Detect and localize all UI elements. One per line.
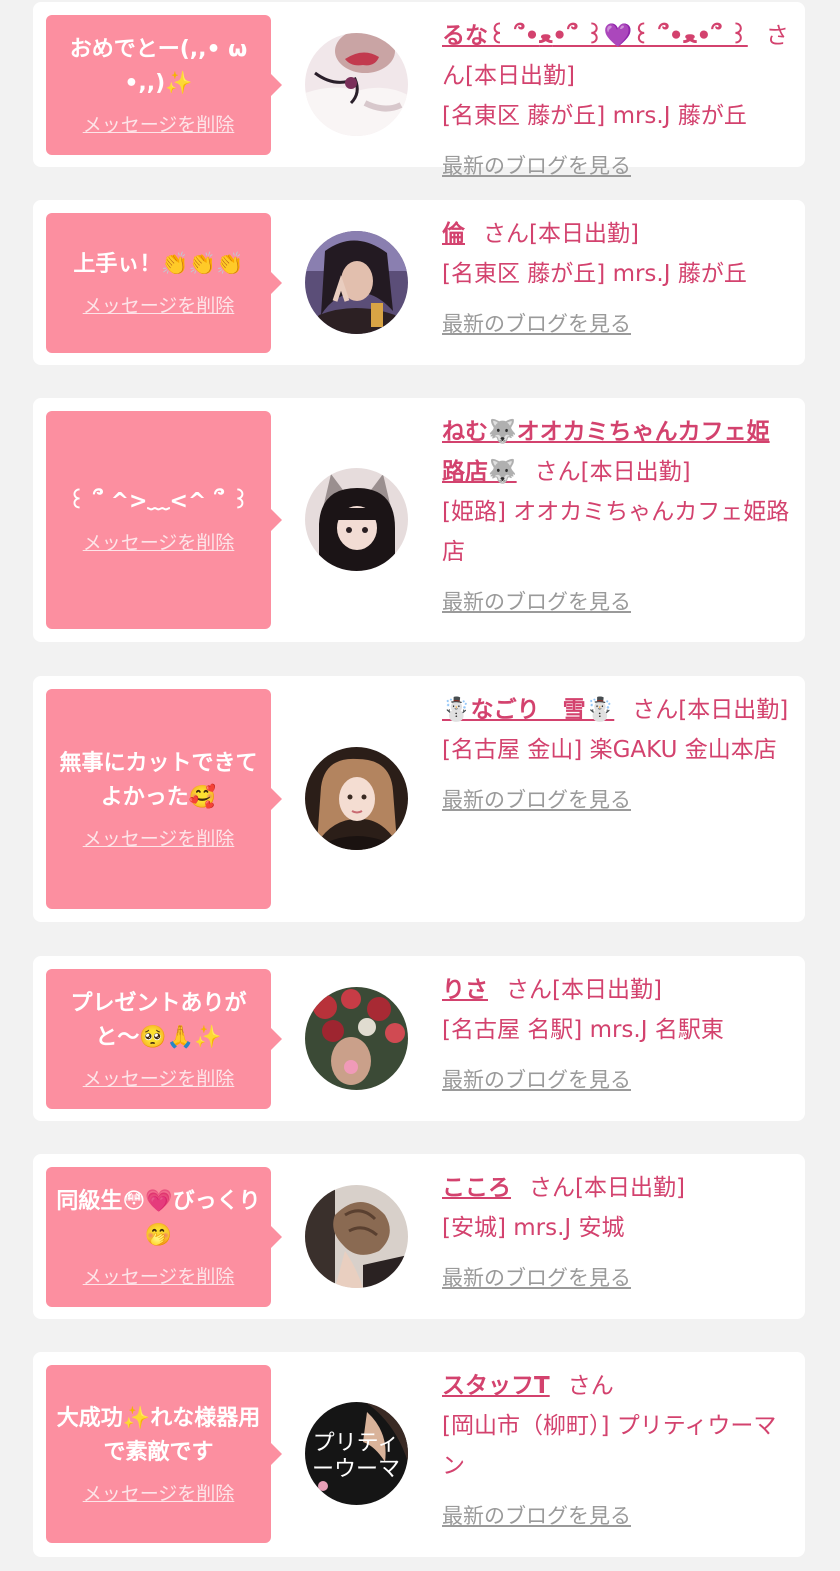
cast-info: 倫さん[本日出勤] [名東区 藤が丘] mrs.J 藤が丘 最新のブログを見る <box>442 214 792 344</box>
delete-message-link[interactable]: メッセージを削除 <box>83 294 235 318</box>
latest-blog-link[interactable]: 最新のブログを見る <box>442 1264 631 1292</box>
delete-message-link[interactable]: メッセージを削除 <box>83 113 235 137</box>
cast-status: さん[本日出勤] <box>529 1175 685 1201</box>
cast-name-link[interactable]: りさ <box>442 977 488 1003</box>
message-list: おめでとー(,,• ω•,,)✨ メッセージを削除 るな꒰ ՞•ﻌ•՞ ꒱💜꒰ … <box>0 0 840 1571</box>
message-bubble: 無事にカットできてよかった🥰 メッセージを削除 <box>46 689 282 909</box>
latest-blog-link[interactable]: 最新のブログを見る <box>442 786 631 814</box>
cast-info: ☃️なごり 雪☃️ さん[本日出勤] [名古屋 金山] 楽GAKU 金山本店 最新… <box>442 690 792 820</box>
avatar[interactable]: プリティーウーマ <box>305 1402 408 1505</box>
list-item: 同級生😳💗びっくり🤭 メッセージを削除 こころ さん[本日出勤] [安城] mrs… <box>33 1154 805 1319</box>
message-text: おめでとー(,,• ω•,,)✨ <box>69 37 248 96</box>
message-bubble: おめでとー(,,• ω•,,)✨ メッセージを削除 <box>46 15 282 155</box>
shop-label: [岡山市（柳町）] プリティウーマン <box>442 1413 777 1479</box>
message-bubble: ꒰ ՞ ^>﹏<^ ՞ ꒱ メッセージを削除 <box>46 411 282 629</box>
avatar-text: プリティーウーマ <box>312 1431 400 1482</box>
list-item: プレゼントありがと〜🥺🙏✨ メッセージを削除 りさ さん[本日出勤] [名古屋 名… <box>33 956 805 1121</box>
message-text: 上手ぃ！👏👏👏 <box>73 252 244 277</box>
avatar-image <box>305 1185 408 1288</box>
delete-message-link[interactable]: メッセージを削除 <box>83 1482 235 1506</box>
cast-name-link[interactable]: こころ <box>442 1175 511 1201</box>
message-text: 無事にカットできてよかった🥰 <box>59 751 258 810</box>
cast-name-link[interactable]: スタッフT <box>442 1373 550 1399</box>
shop-label: [姫路] オオカミちゃんカフェ姫路店 <box>442 499 790 565</box>
avatar[interactable] <box>305 231 408 334</box>
shop-label: [名東区 藤が丘] mrs.J 藤が丘 <box>442 103 747 129</box>
shop-label: [安城] mrs.J 安城 <box>442 1215 625 1241</box>
delete-message-link[interactable]: メッセージを削除 <box>83 827 235 851</box>
avatar[interactable] <box>305 33 408 136</box>
message-text: 大成功✨れな様器用で素敵です <box>56 1406 261 1465</box>
message-bubble: 同級生😳💗びっくり🤭 メッセージを削除 <box>46 1167 282 1307</box>
latest-blog-link[interactable]: 最新のブログを見る <box>442 1502 631 1530</box>
latest-blog-link[interactable]: 最新のブログを見る <box>442 1066 631 1094</box>
avatar-image <box>305 231 408 334</box>
avatar[interactable] <box>305 468 408 571</box>
list-item: おめでとー(,,• ω•,,)✨ メッセージを削除 るな꒰ ՞•ﻌ•՞ ꒱💜꒰ … <box>33 2 805 178</box>
latest-blog-link[interactable]: 最新のブログを見る <box>442 310 631 338</box>
shop-label: [名古屋 金山] 楽GAKU 金山本店 <box>442 737 777 763</box>
list-item: 上手ぃ！👏👏👏 メッセージを削除 倫さん[本日出勤] [名東区 藤が丘] mrs… <box>33 200 805 365</box>
message-text: ꒰ ՞ ^>﹏<^ ՞ ꒱ <box>67 489 250 514</box>
list-item: ꒰ ՞ ^>﹏<^ ՞ ꒱ メッセージを削除 ねむ🐺オオカミちゃんカフェ姫路店🐺… <box>33 398 805 642</box>
message-bubble: プレゼントありがと〜🥺🙏✨ メッセージを削除 <box>46 969 282 1109</box>
message-bubble: 上手ぃ！👏👏👏 メッセージを削除 <box>46 213 282 353</box>
cast-status: さん[本日出勤] <box>632 697 789 723</box>
avatar-image <box>305 987 408 1090</box>
avatar-image <box>305 747 408 850</box>
cast-status: さん <box>567 1373 614 1399</box>
cast-info: るな꒰ ՞•ﻌ•՞ ꒱💜꒰ ՞•ﻌ•՞ ꒱ さん[本日出勤] [名東区 藤が丘] … <box>442 16 792 186</box>
avatar-image <box>305 33 408 136</box>
cast-name-link[interactable]: ☃️なごり 雪☃️ <box>442 697 614 723</box>
avatar-image <box>305 468 408 571</box>
cast-info: ねむ🐺オオカミちゃんカフェ姫路店🐺 さん[本日出勤] [姫路] オオカミちゃんカフ… <box>442 412 792 622</box>
shop-label: [名東区 藤が丘] mrs.J 藤が丘 <box>442 261 747 287</box>
cast-status: さん[本日出勤] <box>483 221 639 247</box>
cast-status: さん[本日出勤] <box>506 977 662 1003</box>
avatar[interactable] <box>305 747 408 850</box>
delete-message-link[interactable]: メッセージを削除 <box>83 1067 235 1091</box>
list-item: 大成功✨れな様器用で素敵です メッセージを削除 プリティーウーマ スタッフT さん… <box>33 1352 805 1557</box>
avatar[interactable] <box>305 987 408 1090</box>
cast-info: スタッフT さん [岡山市（柳町）] プリティウーマン 最新のブログを見る <box>442 1366 792 1536</box>
cast-name-link[interactable]: るな꒰ ՞•ﻌ•՞ ꒱💜꒰ ՞•ﻌ•՞ ꒱ <box>442 23 748 49</box>
cast-info: りさ さん[本日出勤] [名古屋 名駅] mrs.J 名駅東 最新のブログを見る <box>442 970 792 1100</box>
message-text: プレゼントありがと〜🥺🙏✨ <box>70 991 247 1050</box>
latest-blog-link[interactable]: 最新のブログを見る <box>442 152 631 180</box>
cast-info: こころ さん[本日出勤] [安城] mrs.J 安城 最新のブログを見る <box>442 1168 792 1298</box>
list-item: 無事にカットできてよかった🥰 メッセージを削除 ☃️なごり 雪☃️ さん[本日出勤… <box>33 676 805 922</box>
avatar[interactable] <box>305 1185 408 1288</box>
cast-name-link[interactable]: 倫 <box>442 221 465 247</box>
delete-message-link[interactable]: メッセージを削除 <box>83 531 235 555</box>
message-bubble: 大成功✨れな様器用で素敵です メッセージを削除 <box>46 1365 282 1543</box>
shop-label: [名古屋 名駅] mrs.J 名駅東 <box>442 1017 724 1043</box>
delete-message-link[interactable]: メッセージを削除 <box>83 1265 235 1289</box>
message-text: 同級生😳💗びっくり🤭 <box>56 1189 261 1248</box>
cast-status: さん[本日出勤] <box>534 459 691 485</box>
avatar-image: プリティーウーマ <box>305 1402 408 1505</box>
latest-blog-link[interactable]: 最新のブログを見る <box>442 588 631 616</box>
